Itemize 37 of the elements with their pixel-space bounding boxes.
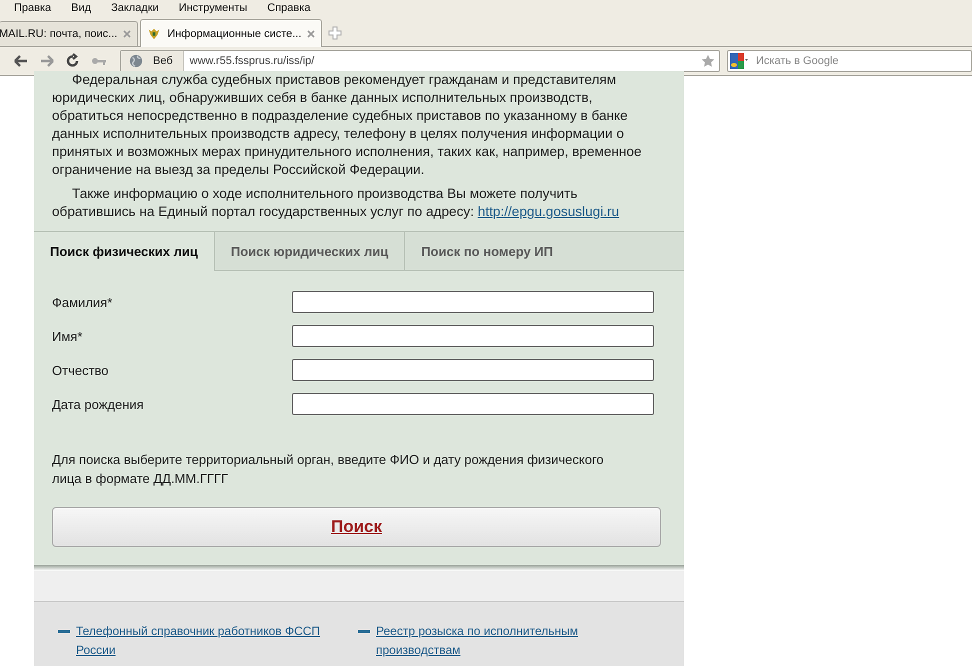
emblem-icon — [147, 26, 162, 40]
globe-icon — [129, 54, 143, 68]
reload-icon[interactable] — [65, 53, 81, 69]
menu-item[interactable]: Вид — [71, 2, 92, 14]
field-label: Фамилия* — [52, 294, 114, 310]
input-field[interactable] — [292, 359, 654, 381]
field-label: Имя* — [52, 328, 84, 344]
dash-icon — [358, 630, 370, 633]
footer-link[interactable]: Телефонный справочник работников ФССП России — [76, 622, 338, 666]
footer-link[interactable]: Реестр розыска по исполнительным производствам — [376, 622, 638, 666]
input-field[interactable] — [292, 291, 654, 313]
search-button[interactable]: Поиск — [52, 507, 661, 547]
search-field[interactable]: Искать в Google — [727, 50, 972, 72]
menu-item[interactable]: Инструменты — [178, 2, 248, 14]
menu-item[interactable]: Правка — [14, 2, 52, 14]
menu-item[interactable]: Закладки — [111, 2, 159, 14]
menu-item[interactable]: Справка — [267, 2, 310, 14]
intro-paragraph: Федеральная служба судебных приставов рекомендует гражданам и представителям юридических лиц, обнаруживших себя в банке данных исполнительных производств, обратиться непосредственно в подразделение судебных приставов по указанному в банке данных исполнительных производств адресу, телефону в целях получения информации о принятых и возможных мерах принудительного исполнения, таких как, например, временное ограничение на выезд за пределы Российской Федерации. — [52, 71, 643, 179]
url-text[interactable]: www.r55.fssprus.ru/iss/ip/ — [184, 55, 701, 67]
search-tab[interactable]: Поиск по номеру ИП — [404, 232, 569, 271]
portal-link[interactable]: http://epgu.gosuslugi.ru — [478, 204, 620, 219]
dash-icon — [58, 630, 70, 633]
back-icon[interactable] — [13, 53, 29, 69]
search-hint: Для поиска выберите территориальный орган, введите ФИО и дату рождения физического лица в формате ДД.ММ.ГГГГ — [52, 451, 605, 488]
search-engine-icon[interactable] — [730, 53, 748, 69]
input-field[interactable] — [292, 325, 654, 347]
intro-paragraph: Также информацию о ходе исполнительного производства Вы можете получить обратившись на Единый портал государственных услуг по адресу: http://epgu.gosuslugi.ru — [52, 185, 620, 221]
browser-tab[interactable]: Информационные систе... — [140, 19, 322, 47]
field-label: Дата рождения — [52, 396, 145, 412]
input-field[interactable] — [292, 393, 654, 415]
browser-tab[interactable]: MAIL.RU: почта, поис... — [0, 21, 138, 46]
web-button[interactable]: Веб — [121, 51, 184, 71]
search-tab[interactable]: Поиск юридических лиц — [214, 232, 404, 271]
close-icon[interactable] — [307, 30, 316, 38]
field-label: Отчество — [52, 362, 110, 378]
star-icon[interactable] — [701, 54, 715, 68]
search-input[interactable]: Искать в Google — [752, 55, 940, 67]
